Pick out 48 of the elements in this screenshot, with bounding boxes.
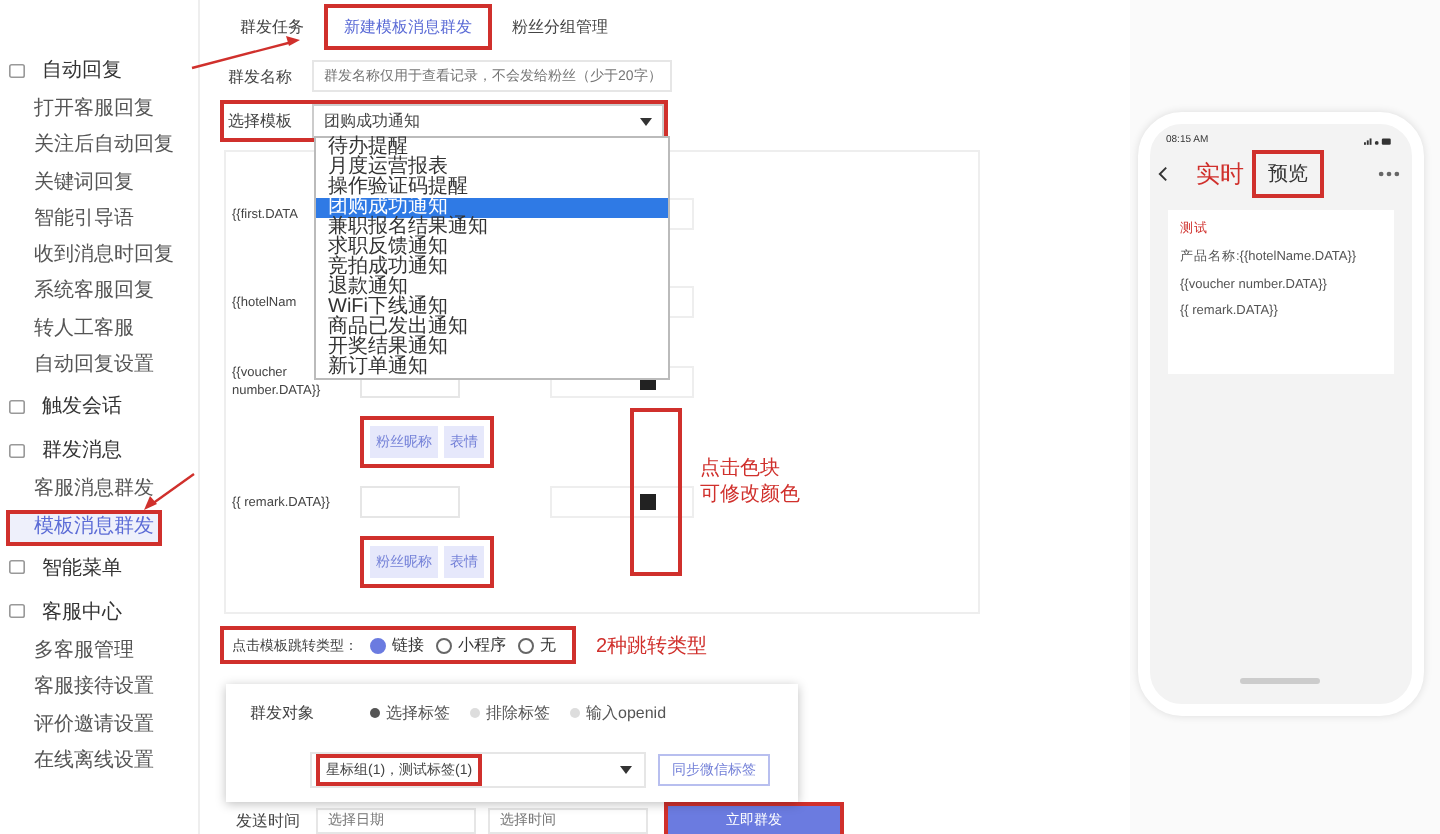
dropdown-option[interactable]: 待办提醒 (316, 138, 668, 158)
sidebar-item[interactable]: 客服消息群发 (0, 472, 162, 510)
sidebar-item[interactable]: 评价邀请设置 (0, 707, 162, 744)
radio-option[interactable]: 链接 (370, 634, 424, 656)
dropdown-option[interactable]: 退款通知 (316, 278, 668, 298)
sidebar-item[interactable]: 关键词回复 (0, 165, 142, 202)
field-label: 群发名称 (228, 65, 294, 87)
sidebar-item[interactable]: 转人工客服 (0, 311, 142, 349)
radio-option[interactable]: 无 (518, 634, 556, 656)
sidebar-item[interactable]: 收到消息时回复 (0, 238, 182, 275)
dropdown-option[interactable]: 操作验证码提醒 (316, 178, 668, 198)
field-label: 发送时间 (236, 809, 302, 831)
annotation: 实时 (1196, 157, 1244, 191)
sidebar-section[interactable]: 触发会话 (42, 392, 122, 421)
sidebar-item[interactable]: 智能引导语 (0, 201, 142, 239)
dropdown-option[interactable]: 商品已发出通知 (316, 318, 668, 338)
dropdown-option[interactable]: 求职反馈通知 (316, 238, 668, 258)
dropdown-option[interactable]: 竞拍成功通知 (316, 258, 668, 278)
sidebar-section[interactable]: 智能菜单 (42, 553, 122, 582)
page-title: 预览 (1256, 154, 1320, 194)
field-label: 群发对象 (250, 702, 316, 724)
sidebar-item[interactable]: 在线离线设置 (0, 743, 162, 781)
annotation: 点击色块 (700, 456, 782, 482)
radio-option[interactable]: 排除标签 (470, 702, 550, 724)
sidebar-item[interactable]: 系统客服回复 (0, 274, 162, 312)
sidebar-item[interactable]: 多客服管理 (0, 633, 142, 671)
dropdown-option[interactable]: 新订单通知 (316, 358, 668, 378)
radio-option[interactable]: 选择标签 (370, 702, 450, 724)
sidebar-section[interactable]: 客服中心 (42, 597, 122, 626)
annotation: 可修改颜色 (700, 482, 800, 508)
dropdown-option[interactable]: WiFi下线通知 (316, 298, 668, 318)
tab[interactable]: 粉丝分组管理 (496, 7, 624, 45)
sidebar-section[interactable]: 自动回复 (42, 56, 122, 84)
dropdown-option[interactable]: 开奖结果通知 (316, 338, 668, 358)
sidebar-item[interactable]: 打开客服回复 (0, 92, 162, 129)
sidebar-item[interactable]: 模板消息群发 (6, 509, 162, 546)
radio-option[interactable]: 输入openid (570, 702, 667, 724)
sidebar-item[interactable]: 关注后自动回复 (0, 128, 182, 166)
field-label: 选择模板 (228, 110, 294, 132)
annotation: 2种跳转类型 (596, 633, 708, 659)
sidebar-item[interactable]: 客服接待设置 (0, 670, 162, 708)
radio-option[interactable]: 小程序 (436, 634, 506, 656)
sidebar-item[interactable]: 自动回复设置 (0, 348, 162, 385)
sidebar-section[interactable]: 群发消息 (42, 436, 122, 465)
dropdown-option[interactable]: 兼职报名结果通知 (316, 218, 668, 238)
tab[interactable]: 新建模板消息群发 (328, 7, 488, 45)
dropdown-option[interactable]: 月度运营报表 (316, 158, 668, 178)
tab[interactable]: 群发任务 (224, 7, 320, 45)
